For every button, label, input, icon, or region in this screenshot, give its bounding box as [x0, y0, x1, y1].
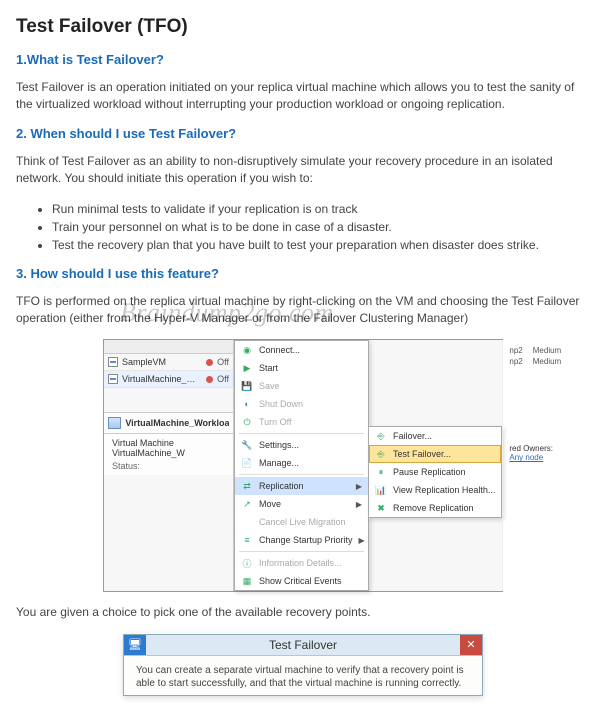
remove-icon: ✖	[375, 502, 387, 514]
vm-row[interactable]: VirtualMachine_Workload Off	[104, 371, 233, 388]
dialog-titlebar: 🖥 Test Failover ✕	[124, 635, 482, 656]
info-icon: ⓘ	[241, 557, 253, 569]
shutdown-icon: ◐	[241, 398, 253, 410]
replication-icon: ⇄	[241, 480, 253, 492]
role-subpanel-name: VirtualMachine_W	[112, 448, 185, 458]
dialog-body: You can create a separate virtual machin…	[124, 656, 482, 695]
menu-replication[interactable]: ⇄Replication▶	[235, 477, 368, 495]
q1-body: Test Failover is an operation initiated …	[16, 79, 590, 114]
screenshot-cluster-manager: SampleVM Off VirtualMachine_Workload Off…	[16, 339, 590, 592]
hdr-cell: Medium	[533, 346, 561, 355]
menu-critical-events[interactable]: ▦Show Critical Events	[235, 572, 368, 590]
vm-row[interactable]: SampleVM Off	[104, 354, 233, 371]
cancel-icon	[241, 516, 253, 528]
context-menu: ◉Connect... ▶Start 💾Save ◐Shut Down ⏻Tur…	[234, 340, 369, 591]
hdr-cell: np2	[509, 346, 522, 355]
q2-heading: 2. When should I use Test Failover?	[16, 126, 590, 141]
submenu-test-failover[interactable]: ⎆Test Failover...	[369, 445, 501, 463]
submenu-remove-replication[interactable]: ✖Remove Replication	[369, 499, 501, 517]
connect-icon: ◉	[241, 344, 253, 356]
q3-body: TFO is performed on the replica virtual …	[16, 293, 590, 328]
menu-settings[interactable]: 🔧Settings...	[235, 436, 368, 454]
test-failover-dialog: 🖥 Test Failover ✕ You can create a separ…	[123, 634, 483, 696]
menu-cancel-migration: Cancel Live Migration	[235, 513, 368, 531]
settings-icon: 🔧	[241, 439, 253, 451]
vm-icon	[108, 357, 118, 367]
failover-icon: ⎆	[375, 430, 387, 442]
close-button[interactable]: ✕	[460, 635, 482, 655]
start-icon: ▶	[241, 362, 253, 374]
page-title: Test Failover (TFO)	[16, 16, 590, 38]
role-icon	[108, 417, 121, 429]
state-dot-icon	[206, 376, 213, 383]
pause-icon: ⏸	[375, 466, 387, 478]
q2-bullet: Train your personnel on what is to be do…	[52, 218, 590, 236]
chevron-right-icon: ▶	[356, 482, 362, 491]
q2-bullet: Test the recovery plan that you have bui…	[52, 236, 590, 254]
post-shot-text: You are given a choice to pick one of th…	[16, 604, 590, 621]
events-icon: ▦	[241, 575, 253, 587]
test-failover-icon: ⎆	[375, 448, 387, 460]
q2-bullet-list: Run minimal tests to validate if your re…	[52, 200, 590, 254]
role-subpanel-prefix: Virtual Machine	[112, 438, 174, 448]
menu-connect[interactable]: ◉Connect...	[235, 341, 368, 359]
role-details-panel: VirtualMachine_Workload	[104, 412, 233, 433]
menu-shutdown: ◐Shut Down	[235, 395, 368, 413]
menu-change-priority[interactable]: ≡Change Startup Priority▶	[235, 531, 368, 549]
q3-heading: 3. How should I use this feature?	[16, 266, 590, 281]
priority-icon: ≡	[241, 534, 253, 546]
hdr-cell: Medium	[533, 357, 561, 366]
dialog-app-icon: 🖥	[124, 635, 146, 655]
right-column: np2 Medium np2 Medium red Owners: Any node	[502, 340, 567, 591]
state-dot-icon	[206, 359, 213, 366]
vm-list-panel: SampleVM Off VirtualMachine_Workload Off…	[104, 340, 234, 591]
turnoff-icon: ⏻	[241, 416, 253, 428]
save-icon: 💾	[241, 380, 253, 392]
role-name: VirtualMachine_Workload	[125, 418, 229, 428]
submenu-failover[interactable]: ⎆Failover...	[369, 427, 501, 445]
chevron-right-icon: ▶	[356, 500, 362, 509]
manage-icon: 📄	[241, 457, 253, 469]
health-icon: 📊	[375, 484, 387, 496]
menu-save: 💾Save	[235, 377, 368, 395]
vm-icon	[108, 374, 118, 384]
vm-state: Off	[217, 357, 229, 367]
submenu-view-health[interactable]: 📊View Replication Health...	[369, 481, 501, 499]
menu-start[interactable]: ▶Start	[235, 359, 368, 377]
chevron-right-icon: ▶	[359, 536, 365, 545]
menu-turnoff: ⏻Turn Off	[235, 413, 368, 431]
role-subpanel: Virtual Machine VirtualMachine_W Status:	[104, 433, 233, 475]
submenu-pause-replication[interactable]: ⏸Pause Replication	[369, 463, 501, 481]
vm-name: VirtualMachine_Workload	[122, 374, 202, 384]
q1-heading: 1.What is Test Failover?	[16, 52, 590, 67]
q2-body: Think of Test Failover as an ability to …	[16, 153, 590, 188]
status-label: Status:	[112, 461, 225, 471]
replication-submenu: ⎆Failover... ⎆Test Failover... ⏸Pause Re…	[368, 426, 502, 518]
menu-info-details: ⓘInformation Details...	[235, 554, 368, 572]
move-icon: ↗	[241, 498, 253, 510]
vm-name: SampleVM	[122, 357, 202, 367]
owners-link[interactable]: Any node	[509, 453, 543, 462]
hdr-cell: np2	[509, 357, 522, 366]
vm-state: Off	[217, 374, 229, 384]
owners-label: red Owners:	[509, 444, 553, 453]
menu-move[interactable]: ↗Move▶	[235, 495, 368, 513]
test-failover-dialog-wrap: 🖥 Test Failover ✕ You can create a separ…	[16, 634, 590, 696]
menu-manage[interactable]: 📄Manage...	[235, 454, 368, 472]
dialog-title: Test Failover	[146, 635, 460, 655]
q2-bullet: Run minimal tests to validate if your re…	[52, 200, 590, 218]
